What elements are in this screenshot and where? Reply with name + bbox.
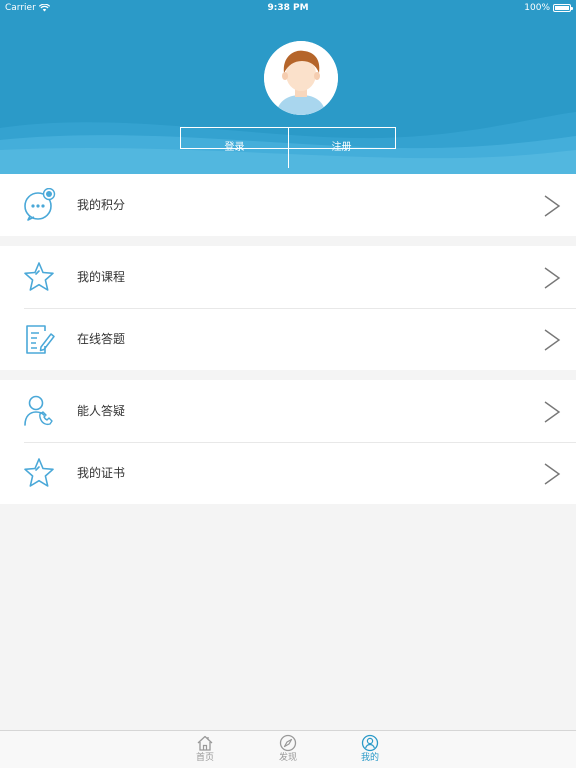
tab-label: 首页 — [195, 753, 214, 763]
avatar[interactable] — [264, 41, 338, 115]
chevron-right-icon — [544, 267, 561, 289]
tab-mine[interactable]: 我的 — [350, 734, 390, 768]
menu-item-label: 在线答题 — [77, 332, 126, 346]
login-button[interactable]: 登录 — [181, 128, 288, 168]
tab-label: 发现 — [278, 753, 297, 763]
menu-item-expert-qa[interactable]: 能人答疑 — [0, 380, 576, 442]
support-person-icon — [24, 395, 53, 426]
battery-percent: 100% — [524, 3, 550, 13]
tab-discover[interactable]: 发现 — [268, 734, 308, 768]
battery-status: 100% — [524, 0, 573, 16]
star-icon — [24, 458, 54, 487]
menu-item-my-certificates[interactable]: 我的证书 — [0, 442, 576, 504]
compass-icon — [279, 734, 297, 752]
chevron-right-icon — [544, 401, 561, 423]
star-icon — [24, 262, 54, 291]
auth-buttons: 登录 注册 — [180, 127, 396, 168]
chevron-right-icon — [544, 329, 561, 351]
user-icon — [361, 734, 379, 752]
chevron-right-icon — [544, 463, 561, 485]
auth-divider — [288, 127, 289, 168]
chat-bubble-icon — [24, 188, 56, 221]
register-button[interactable]: 注册 — [288, 128, 395, 168]
home-icon — [197, 735, 213, 751]
menu-group-support: 能人答疑 我的证书 — [0, 380, 576, 504]
menu-item-my-courses[interactable]: 我的课程 — [0, 246, 576, 308]
edit-document-icon — [26, 325, 55, 354]
status-bar: Carrier 9:38 PM 100% — [0, 0, 576, 16]
menu-group-points: 我的积分 — [0, 174, 576, 236]
menu-item-label: 我的证书 — [77, 466, 126, 480]
avatar-illustration — [264, 41, 338, 115]
menu-item-online-quiz[interactable]: 在线答题 — [0, 308, 576, 370]
status-time: 9:38 PM — [267, 3, 309, 13]
menu-item-label: 我的积分 — [77, 198, 126, 212]
profile-header: Carrier 9:38 PM 100% 登录 注册 — [0, 0, 576, 174]
tab-bar: 首页 发现 我的 — [0, 730, 576, 768]
chevron-right-icon — [544, 195, 561, 217]
battery-icon — [553, 4, 573, 12]
menu-group-learning: 我的课程 在线答题 — [0, 246, 576, 370]
tab-label: 我的 — [360, 753, 379, 763]
menu-item-my-points[interactable]: 我的积分 — [0, 174, 576, 236]
menu-item-label: 我的课程 — [77, 270, 126, 284]
tab-home[interactable]: 首页 — [185, 734, 225, 768]
menu-item-label: 能人答疑 — [77, 404, 126, 418]
